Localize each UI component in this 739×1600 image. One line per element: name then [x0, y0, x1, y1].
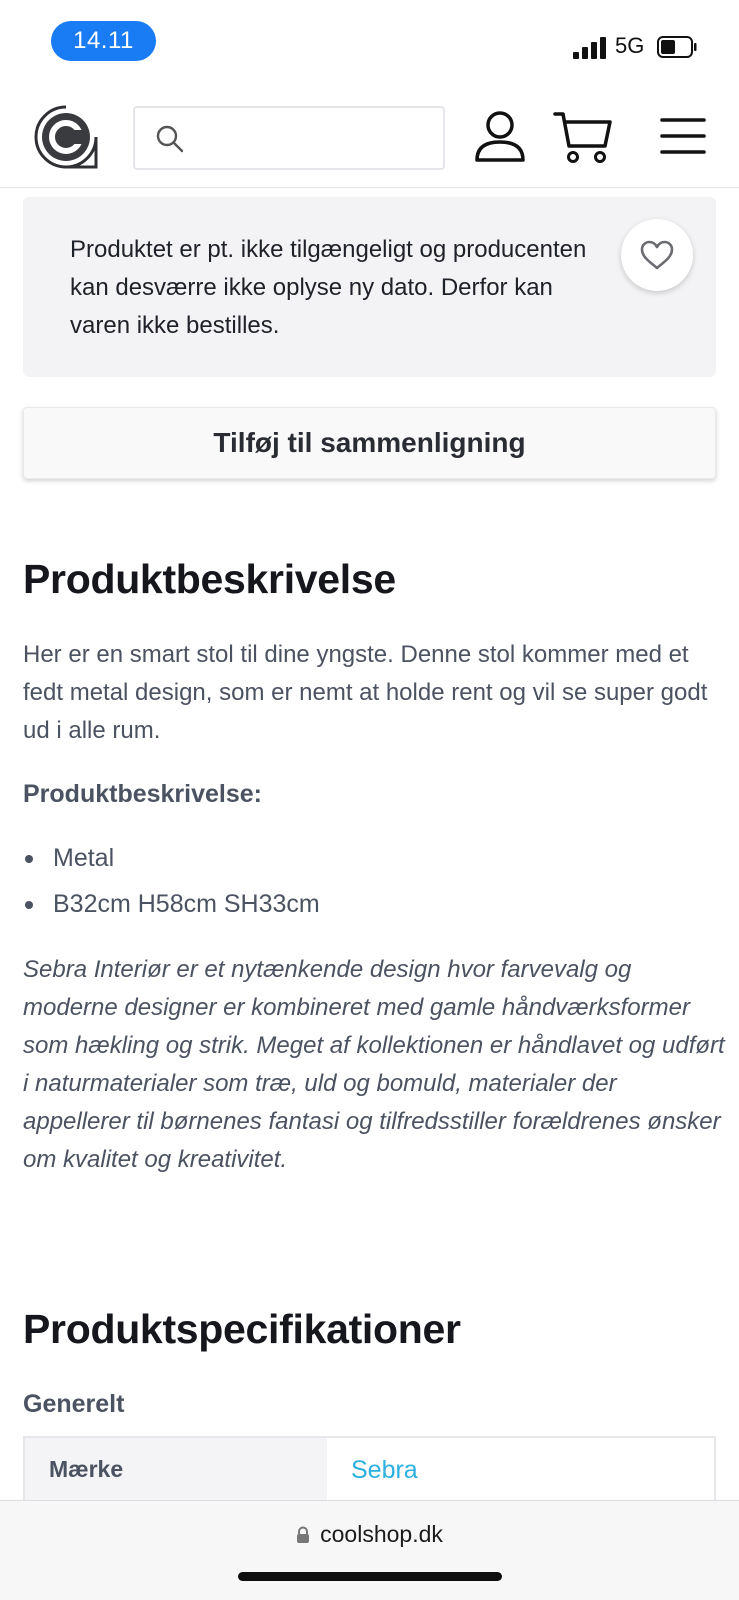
description-title: Produktbeskrivelse [23, 556, 396, 602]
status-time: 14.11 [51, 21, 156, 61]
add-to-compare-button[interactable]: Tilføj til sammenligning [23, 407, 716, 479]
wishlist-button[interactable] [621, 219, 693, 291]
search-icon [156, 125, 184, 153]
cart-icon[interactable] [553, 110, 613, 164]
account-icon[interactable] [473, 110, 527, 164]
description-text: Her er en smart stol til dine yngste. De… [23, 641, 708, 744]
spec-group-title: Generelt [23, 1390, 125, 1418]
browser-url-bar[interactable]: coolshop.dk [0, 1500, 739, 1600]
spec-key: Mærke [25, 1438, 327, 1500]
heart-icon [640, 240, 674, 270]
list-item: B32cm H58cm SH33cm [23, 886, 320, 932]
notice-text: Produktet er pt. ikke tilgængeligt og pr… [70, 236, 587, 339]
specifications-title: Produktspecifikationer [23, 1306, 461, 1352]
url-display[interactable]: coolshop.dk [0, 1521, 739, 1548]
cellular-signal-icon [573, 37, 606, 59]
unavailable-notice: Produktet er pt. ikke tilgængeligt og pr… [23, 197, 716, 377]
feature-list: Metal B32cm H58cm SH33cm [23, 840, 320, 932]
hamburger-menu-icon[interactable] [660, 116, 706, 156]
network-type: 5G [615, 33, 645, 58]
table-row: Mærke Sebra [23, 1436, 716, 1500]
brand-description: Sebra Interiør er et nytænkende design h… [23, 956, 725, 1173]
coolshop-logo-icon[interactable] [33, 104, 99, 170]
site-header [0, 88, 739, 188]
home-indicator[interactable] [238, 1572, 502, 1581]
description-subtitle: Produktbeskrivelse: [23, 780, 262, 808]
search-box[interactable] [133, 106, 445, 170]
status-bar: 14.11 5G [0, 0, 739, 88]
brand-link[interactable]: Sebra [327, 1438, 714, 1500]
url-text: coolshop.dk [320, 1521, 443, 1547]
battery-icon [657, 36, 697, 58]
search-input[interactable] [195, 116, 435, 160]
list-item: Metal [23, 840, 320, 886]
lock-icon [297, 1526, 310, 1543]
